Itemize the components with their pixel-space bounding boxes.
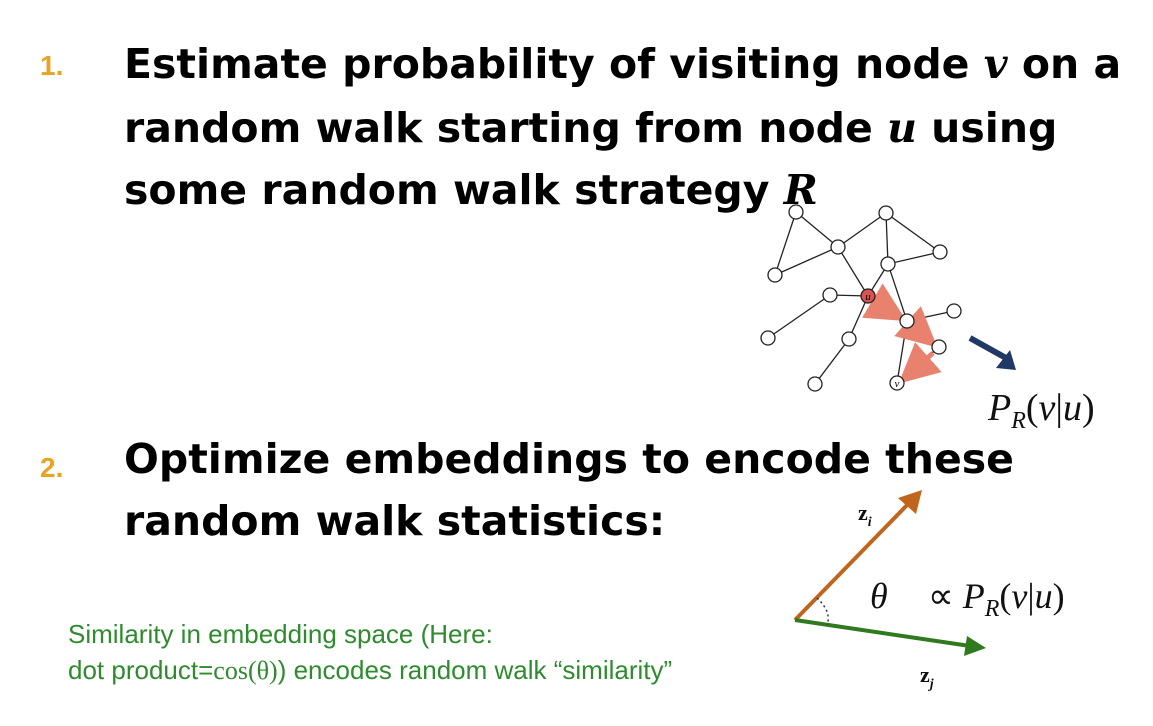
similarity-note: Similarity in embedding space (Here: dot…: [68, 616, 672, 689]
end-node-label: v: [895, 378, 900, 390]
graph-node: [830, 239, 846, 255]
graph-node: [767, 267, 783, 283]
zi-arrow: [793, 498, 914, 622]
graph-node: [841, 331, 857, 347]
graph-node: [807, 376, 823, 392]
graph-node: [788, 204, 804, 220]
theta-label: θ: [870, 576, 888, 616]
graph-node: [946, 303, 962, 319]
zj-arrow-head: [964, 636, 986, 656]
angle-arc: [816, 597, 829, 626]
note-line-1: Similarity in embedding space (Here:: [68, 619, 493, 649]
note-cos-theta: cos(θ): [213, 656, 278, 685]
graph-node: [899, 313, 915, 329]
note-line-2: dot product=cos(θ)) encodes random walk …: [68, 655, 673, 685]
pointer-arrow: [968, 335, 1008, 361]
step-2-line-2: random walk statistics:: [124, 497, 666, 545]
graph-node: [822, 287, 838, 303]
zj-arrow: [794, 618, 971, 648]
graph-node: [878, 205, 894, 221]
graph-nodes: [760, 204, 962, 392]
graph-node: [880, 256, 896, 272]
graph-node: [931, 339, 947, 355]
walk-arrows: [861, 283, 942, 384]
zi-label: zi: [858, 500, 872, 530]
graph-node: [760, 330, 776, 346]
graph-node: [932, 244, 948, 260]
step-2-number: 2.: [40, 452, 64, 483]
step-2-line-1: Optimize embeddings to encode these: [124, 435, 1014, 483]
proportional-label: ∝ PR(v|u): [928, 576, 1065, 622]
start-node-label: u: [865, 291, 871, 303]
zj-label: zj: [920, 662, 934, 692]
probability-label: PR(v|u): [987, 387, 1095, 434]
